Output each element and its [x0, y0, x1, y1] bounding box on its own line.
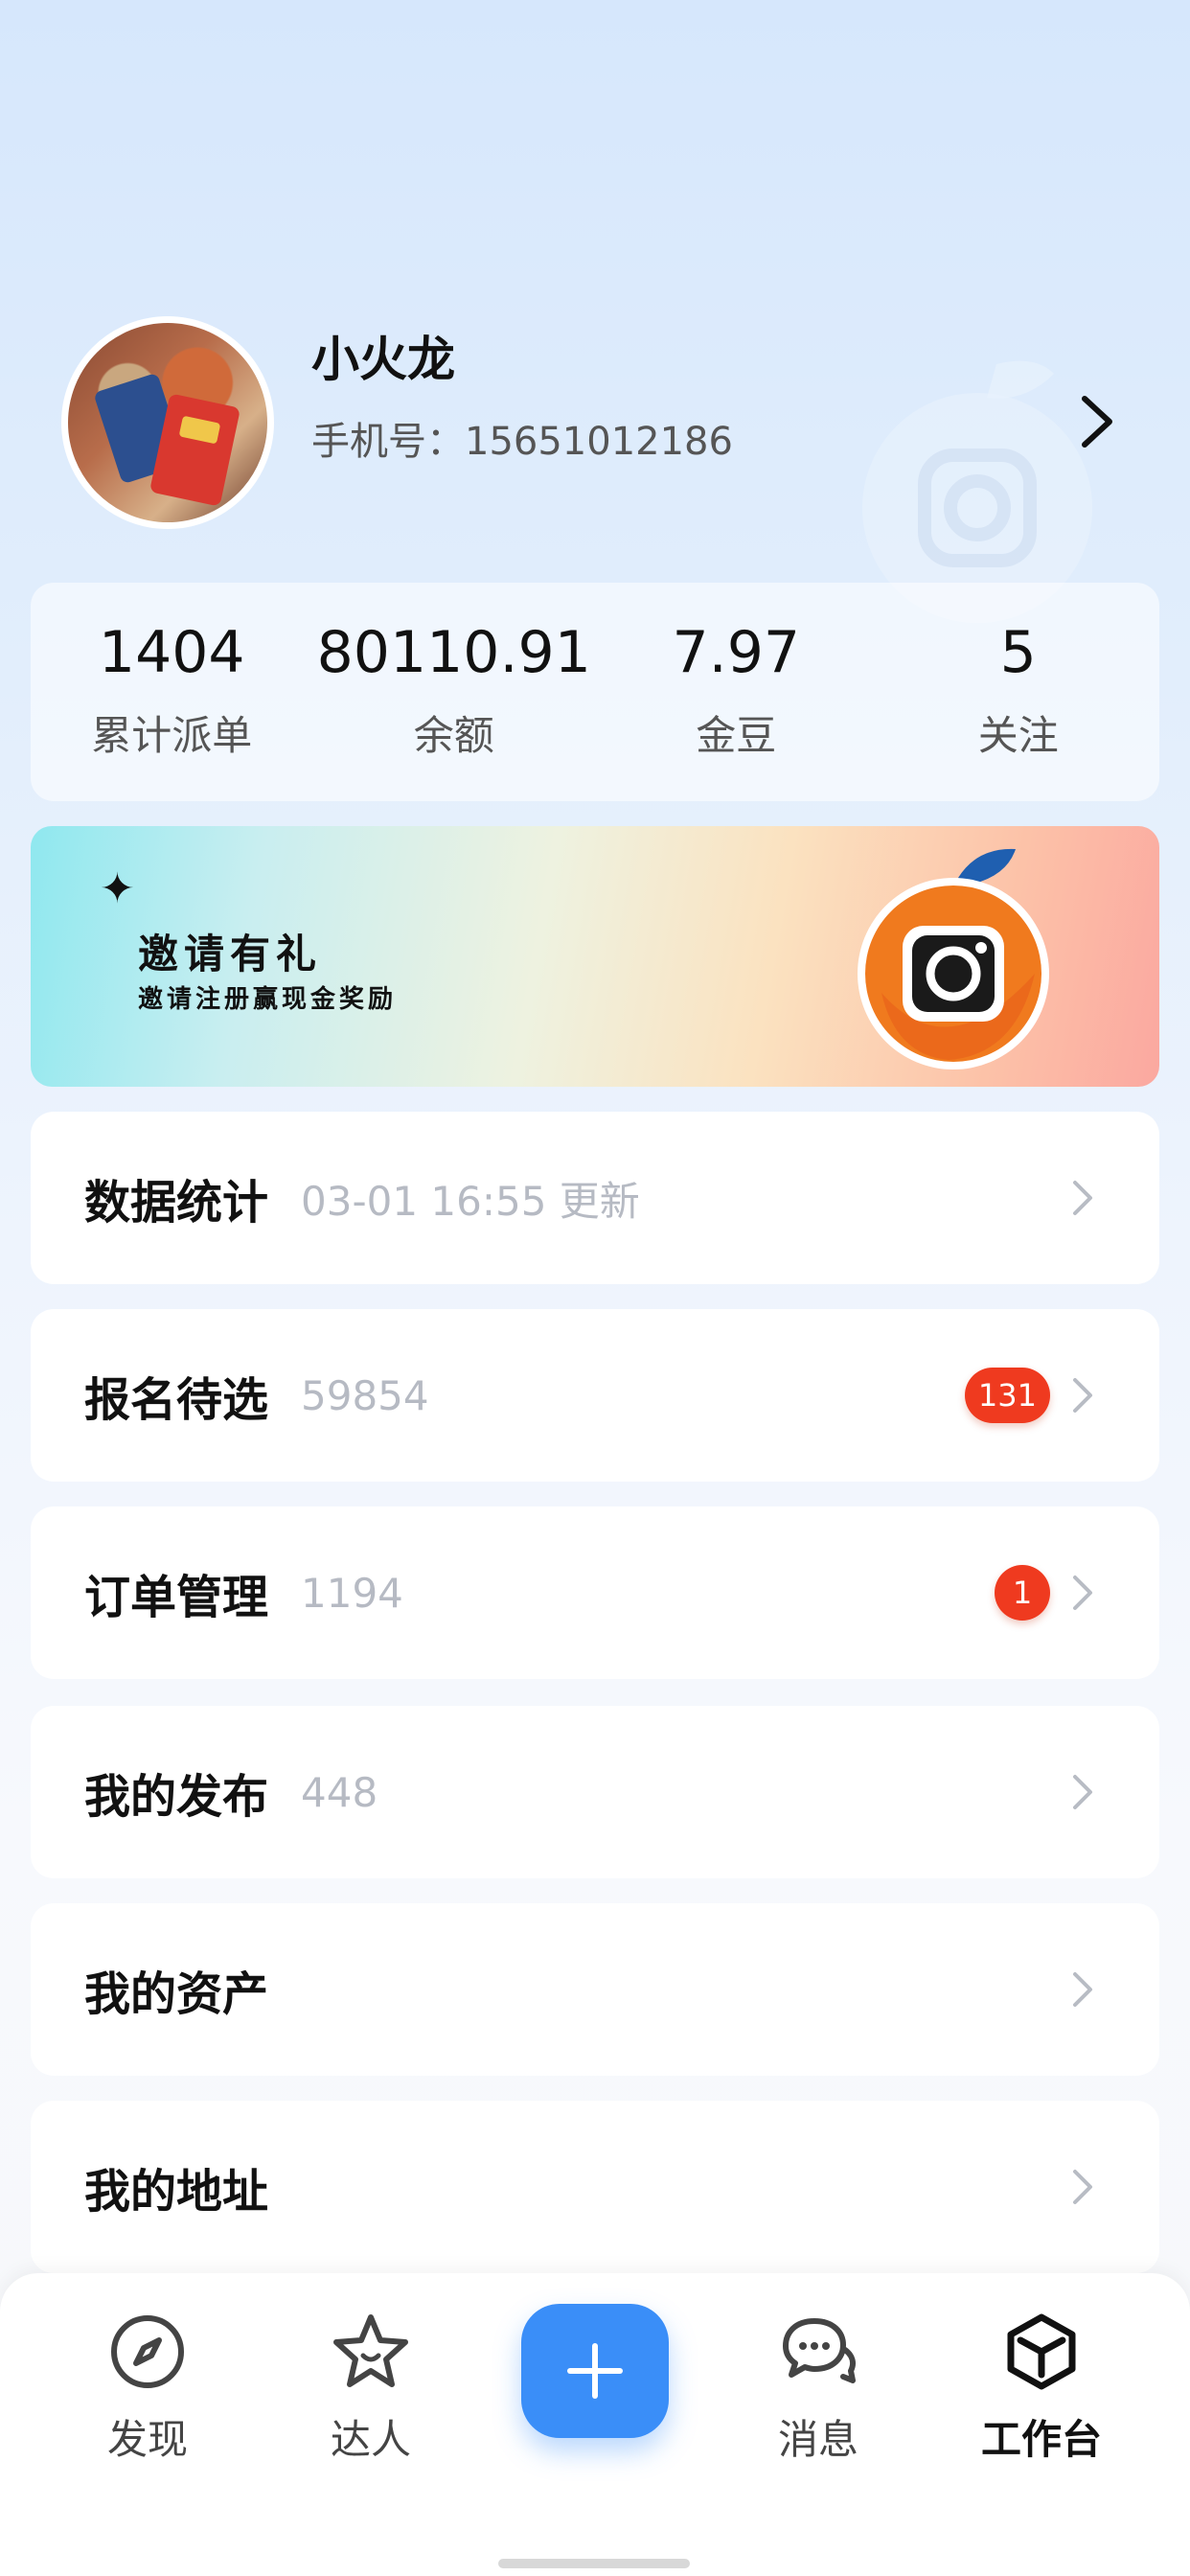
avatar[interactable] — [61, 316, 274, 529]
tab-messages[interactable]: 消息 — [742, 2312, 895, 2466]
sparkle-icon: ✦ — [100, 864, 135, 913]
phone-number: 手机号：15651012186 — [311, 410, 733, 466]
stat-value: 80110.91 — [316, 619, 591, 686]
stat-value: 5 — [999, 619, 1037, 686]
chevron-right-icon — [1073, 1972, 1092, 2007]
chevron-right-icon[interactable] — [1075, 393, 1119, 450]
profile-header[interactable]: 小火龙 手机号：15651012186 — [0, 0, 1190, 623]
chevron-right-icon — [1073, 1576, 1092, 1610]
stat-value: 7.97 — [672, 619, 801, 686]
add-button[interactable] — [521, 2304, 669, 2438]
stat-following[interactable]: 5 关注 — [878, 583, 1160, 801]
menu-signup-pending[interactable]: 报名待选 59854 131 — [31, 1309, 1159, 1482]
banner-title: 邀请有礼 — [138, 931, 323, 978]
stat-gold-beans[interactable]: 7.97 金豆 — [595, 583, 878, 801]
chevron-right-icon — [1073, 1181, 1092, 1215]
stat-balance[interactable]: 80110.91 余额 — [313, 583, 596, 801]
cube-icon — [1007, 2313, 1076, 2390]
invite-banner[interactable]: ✦ 邀请有礼 邀请注册赢现金奖励 — [31, 826, 1159, 1087]
stat-total-orders[interactable]: 1404 累计派单 — [31, 583, 313, 801]
menu-title: 我的地址 — [84, 2165, 269, 2219]
tab-label: 消息 — [777, 2416, 858, 2463]
menu-title: 我的资产 — [84, 1967, 269, 2021]
chevron-right-icon — [1073, 1775, 1092, 1809]
star-icon — [333, 2314, 408, 2387]
stat-label: 余额 — [413, 712, 494, 759]
stats-card: 1404 累计派单 80110.91 余额 7.97 金豆 5 关注 — [31, 583, 1159, 801]
tab-talent[interactable]: 达人 — [294, 2312, 447, 2466]
menu-title: 我的发布 — [84, 1770, 269, 1824]
banner-subtitle: 邀请注册赢现金奖励 — [138, 985, 398, 1014]
home-indicator — [498, 2559, 690, 2568]
menu-my-address[interactable]: 我的地址 — [31, 2101, 1159, 2273]
menu-order-management[interactable]: 订单管理 1194 1 — [31, 1506, 1159, 1679]
stat-value: 1404 — [98, 619, 245, 686]
compass-icon — [111, 2315, 184, 2388]
tab-workbench[interactable]: 工作台 — [965, 2312, 1118, 2466]
tab-label: 发现 — [106, 2416, 188, 2463]
stat-label: 金豆 — [696, 712, 777, 759]
menu-data-statistics[interactable]: 数据统计 03-01 16:55 更新 — [31, 1112, 1159, 1284]
menu-title: 数据统计 — [84, 1176, 269, 1230]
phone-value: 15651012186 — [465, 420, 733, 464]
menu-subtitle: 59854 — [301, 1371, 429, 1419]
username: 小火龙 — [311, 332, 455, 387]
phone-label: 手机号： — [311, 420, 465, 464]
chevron-right-icon — [1073, 1378, 1092, 1413]
stat-label: 关注 — [977, 712, 1059, 759]
notification-badge: 1 — [995, 1565, 1050, 1621]
chevron-right-icon — [1073, 2170, 1092, 2204]
menu-subtitle: 1194 — [301, 1569, 403, 1617]
plus-icon — [567, 2343, 623, 2399]
tab-discover[interactable]: 发现 — [71, 2312, 224, 2466]
tab-label: 工作台 — [980, 2416, 1102, 2463]
menu-subtitle: 448 — [301, 1768, 378, 1816]
chat-bubbles-icon — [783, 2318, 856, 2383]
notification-badge: 131 — [964, 1368, 1050, 1423]
menu-title: 报名待选 — [84, 1373, 269, 1427]
menu-title: 订单管理 — [84, 1571, 269, 1624]
menu-my-assets[interactable]: 我的资产 — [31, 1903, 1159, 2076]
stat-label: 累计派单 — [91, 712, 253, 759]
orange-camera-logo-icon — [858, 848, 1049, 1070]
menu-subtitle: 03-01 16:55 更新 — [301, 1177, 640, 1225]
menu-my-posts[interactable]: 我的发布 448 — [31, 1706, 1159, 1878]
tab-label: 达人 — [330, 2416, 411, 2463]
